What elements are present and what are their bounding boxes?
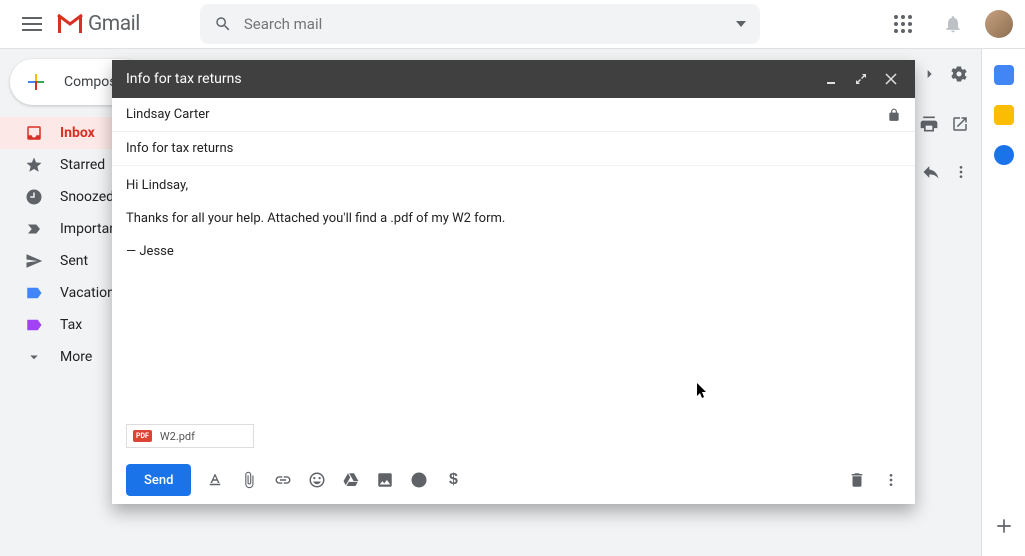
label-icon	[24, 283, 44, 303]
background-toolbar	[919, 64, 969, 182]
search-icon	[214, 15, 232, 33]
sidebar-item-label: More	[60, 349, 92, 365]
plus-icon	[994, 516, 1014, 536]
add-addon-button[interactable]	[994, 516, 1014, 536]
side-panel	[981, 49, 1025, 556]
label-icon	[24, 315, 44, 335]
more-vert-icon	[883, 472, 899, 488]
keep-addon-icon[interactable]	[994, 105, 1014, 125]
emoji-icon	[308, 471, 326, 489]
expand-icon	[855, 73, 867, 85]
compose-subject-field[interactable]: Info for tax returns	[112, 132, 915, 166]
lock-icon[interactable]	[887, 108, 901, 122]
discard-button[interactable]	[847, 470, 867, 490]
compose-toolbar: Send $	[112, 456, 915, 504]
emoji-button[interactable]	[307, 470, 327, 490]
star-icon	[24, 155, 44, 175]
body-line: Thanks for all your help. Attached you'l…	[126, 209, 901, 230]
attach-button[interactable]	[239, 470, 259, 490]
chevron-down-icon	[24, 347, 44, 367]
image-icon	[376, 471, 394, 489]
main-menu-button[interactable]	[12, 4, 52, 44]
gmail-logo-icon	[56, 13, 84, 35]
drive-icon	[342, 471, 360, 489]
compose-to-value: Lindsay Carter	[126, 107, 210, 122]
close-button[interactable]	[881, 69, 901, 89]
apps-button[interactable]	[885, 6, 921, 42]
compose-plus-icon	[24, 70, 48, 94]
confidential-button[interactable]	[409, 470, 429, 490]
sidebar-item-label: Snoozed	[60, 189, 114, 205]
compose-dialog: Info for tax returns Lindsay Carter Info…	[112, 60, 915, 504]
header-actions	[885, 6, 1013, 42]
fullscreen-button[interactable]	[851, 69, 871, 89]
minimize-button[interactable]	[821, 69, 841, 89]
hamburger-icon	[22, 17, 42, 31]
confidential-icon	[410, 471, 428, 489]
apps-grid-icon	[894, 15, 912, 33]
clock-icon	[24, 187, 44, 207]
reply-icon[interactable]	[921, 162, 941, 182]
paperclip-icon	[240, 471, 258, 489]
bell-icon	[943, 14, 963, 34]
important-icon	[24, 219, 44, 239]
compose-subject-value: Info for tax returns	[126, 141, 233, 156]
sidebar-item-label: Starred	[60, 157, 105, 173]
more-vert-icon[interactable]	[953, 164, 969, 180]
inbox-icon	[24, 123, 44, 143]
gmail-logo-text: Gmail	[88, 12, 140, 36]
more-options-button[interactable]	[881, 470, 901, 490]
gmail-logo[interactable]: Gmail	[56, 12, 140, 36]
attachment-chip[interactable]: PDF W2.pdf	[126, 424, 254, 448]
gear-icon[interactable]	[949, 64, 969, 84]
link-icon	[274, 471, 292, 489]
app-header: Gmail	[0, 0, 1025, 49]
money-button[interactable]: $	[443, 470, 463, 490]
send-icon	[24, 251, 44, 271]
compose-titlebar[interactable]: Info for tax returns	[112, 60, 915, 98]
trash-icon	[848, 471, 866, 489]
minimize-icon	[825, 73, 837, 85]
sidebar-item-label: Sent	[60, 253, 88, 269]
text-format-icon	[206, 471, 224, 489]
photo-button[interactable]	[375, 470, 395, 490]
drive-button[interactable]	[341, 470, 361, 490]
formatting-button[interactable]	[205, 470, 225, 490]
search-input[interactable]	[244, 15, 736, 33]
sidebar-item-label: Vacation	[60, 285, 115, 301]
open-new-icon[interactable]	[951, 115, 969, 133]
sidebar-item-label: Tax	[60, 317, 82, 333]
dropdown-triangle-icon	[736, 21, 746, 27]
account-avatar[interactable]	[985, 10, 1013, 38]
send-button[interactable]: Send	[126, 464, 191, 496]
calendar-addon-icon[interactable]	[994, 65, 1014, 85]
attachment-name: W2.pdf	[160, 430, 195, 443]
compose-to-field[interactable]: Lindsay Carter	[112, 98, 915, 132]
search-bar[interactable]	[200, 4, 760, 44]
compose-body[interactable]: Hi Lindsay, Thanks for all your help. At…	[112, 166, 915, 424]
sidebar-item-label: Inbox	[60, 125, 95, 141]
close-icon	[885, 73, 897, 85]
search-options-button[interactable]	[736, 21, 746, 27]
body-line: Hi Lindsay,	[126, 176, 901, 197]
notifications-button[interactable]	[935, 6, 971, 42]
compose-title: Info for tax returns	[126, 71, 242, 87]
body-line: — Jesse	[126, 242, 901, 263]
chevron-right-icon[interactable]	[921, 66, 937, 82]
pdf-badge-icon: PDF	[133, 430, 152, 442]
tasks-addon-icon[interactable]	[994, 145, 1014, 165]
print-icon[interactable]	[919, 114, 939, 134]
link-button[interactable]	[273, 470, 293, 490]
